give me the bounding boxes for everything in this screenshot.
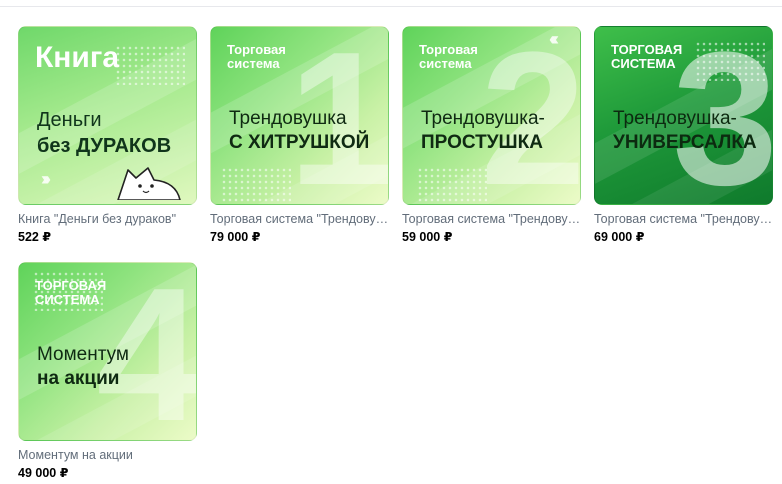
kicker-line1: ТОРГОВАЯ [35,278,107,293]
product-title[interactable]: Книга "Деньги без дураков" [18,212,197,226]
thumb-headline: Деньги без ДУРАКОВ [37,107,171,159]
product-title[interactable]: Торговая система "Трендовушка-простушка" [402,212,581,226]
kicker-line2: СИСТЕМА [611,56,676,71]
thumb-headline: Трендовушка- ПРОСТУШКА [421,107,545,155]
chevrons-icon: ››› [41,169,51,189]
thumb-headline: Моментум на акции [37,343,129,391]
thumb-line1: Моментум [37,344,129,365]
kicker-line1: ТОРГОВАЯ [611,42,683,57]
thumb-line1: Трендовушка- [421,108,545,129]
thumb-line2: ПРОСТУШКА [421,132,543,153]
kicker-line2: СИСТЕМА [35,292,100,307]
thumb-title: Книга [35,41,120,74]
decor-dots [221,167,291,204]
kicker-line2: система [419,56,472,71]
product-title[interactable]: Торговая система "Трендовушка с хитрушко… [210,212,389,226]
product-title[interactable]: Торговая система "Трендовушка-универсалк… [594,212,773,226]
thumb-kicker: ТОРГОВАЯ СИСТЕМА [35,279,106,307]
product-card-book[interactable]: Книга Деньги без ДУРАКОВ ››› Книга "День… [18,26,197,244]
thumb-line2: УНИВЕРСАЛКА [613,132,757,153]
thumb-kicker: Торговая система [227,43,286,71]
product-price: 79 000 ₽ [210,230,261,244]
product-title[interactable]: Моментум на акции [18,448,197,462]
thumb-line1: Деньги [37,109,102,131]
product-price: 49 000 ₽ [18,466,69,480]
product-thumbnail[interactable]: ‹‹‹ 2 Торговая система Трендовушка- ПРОС… [402,26,581,205]
kicker-line2: система [227,56,280,71]
thumb-headline: Трендовушка С ХИТРУШКОЙ [229,107,369,155]
product-price: 522 ₽ [18,230,52,244]
product-card-momentum[interactable]: 4 ТОРГОВАЯ СИСТЕМА Моментум на акции Мом… [18,262,197,480]
thumb-line1: Трендовушка [229,108,347,129]
decor-dots [417,167,487,204]
product-thumbnail[interactable]: 1 Торговая система Трендовушка С ХИТРУШК… [210,26,389,205]
thumb-line2: на акции [37,368,120,389]
thumb-headline: Трендовушка- УНИВЕРСАЛКА [613,107,757,155]
top-divider [0,6,782,7]
thumb-kicker: Торговая система [419,43,478,71]
product-price: 59 000 ₽ [402,230,453,244]
product-thumbnail[interactable]: 4 ТОРГОВАЯ СИСТЕМА Моментум на акции [18,262,197,441]
product-card-trend-1[interactable]: 1 Торговая система Трендовушка С ХИТРУШК… [210,26,389,244]
thumb-kicker: ТОРГОВАЯ СИСТЕМА [611,43,682,71]
kicker-line1: Торговая [227,42,286,57]
thumb-line2: С ХИТРУШКОЙ [229,132,370,153]
thumb-line1: Трендовушка- [613,108,737,129]
product-price: 69 000 ₽ [594,230,645,244]
kicker-line1: Торговая [419,42,478,57]
product-thumbnail[interactable]: 3 ТОРГОВАЯ СИСТЕМА Трендовушка- УНИВЕРСА… [594,26,773,205]
product-card-trend-3[interactable]: 3 ТОРГОВАЯ СИСТЕМА Трендовушка- УНИВЕРСА… [594,26,773,244]
product-card-trend-2[interactable]: ‹‹‹ 2 Торговая система Трендовушка- ПРОС… [402,26,581,244]
decor-dots [115,45,185,85]
cat-icon [117,167,181,200]
product-thumbnail[interactable]: Книга Деньги без ДУРАКОВ ››› [18,26,197,205]
